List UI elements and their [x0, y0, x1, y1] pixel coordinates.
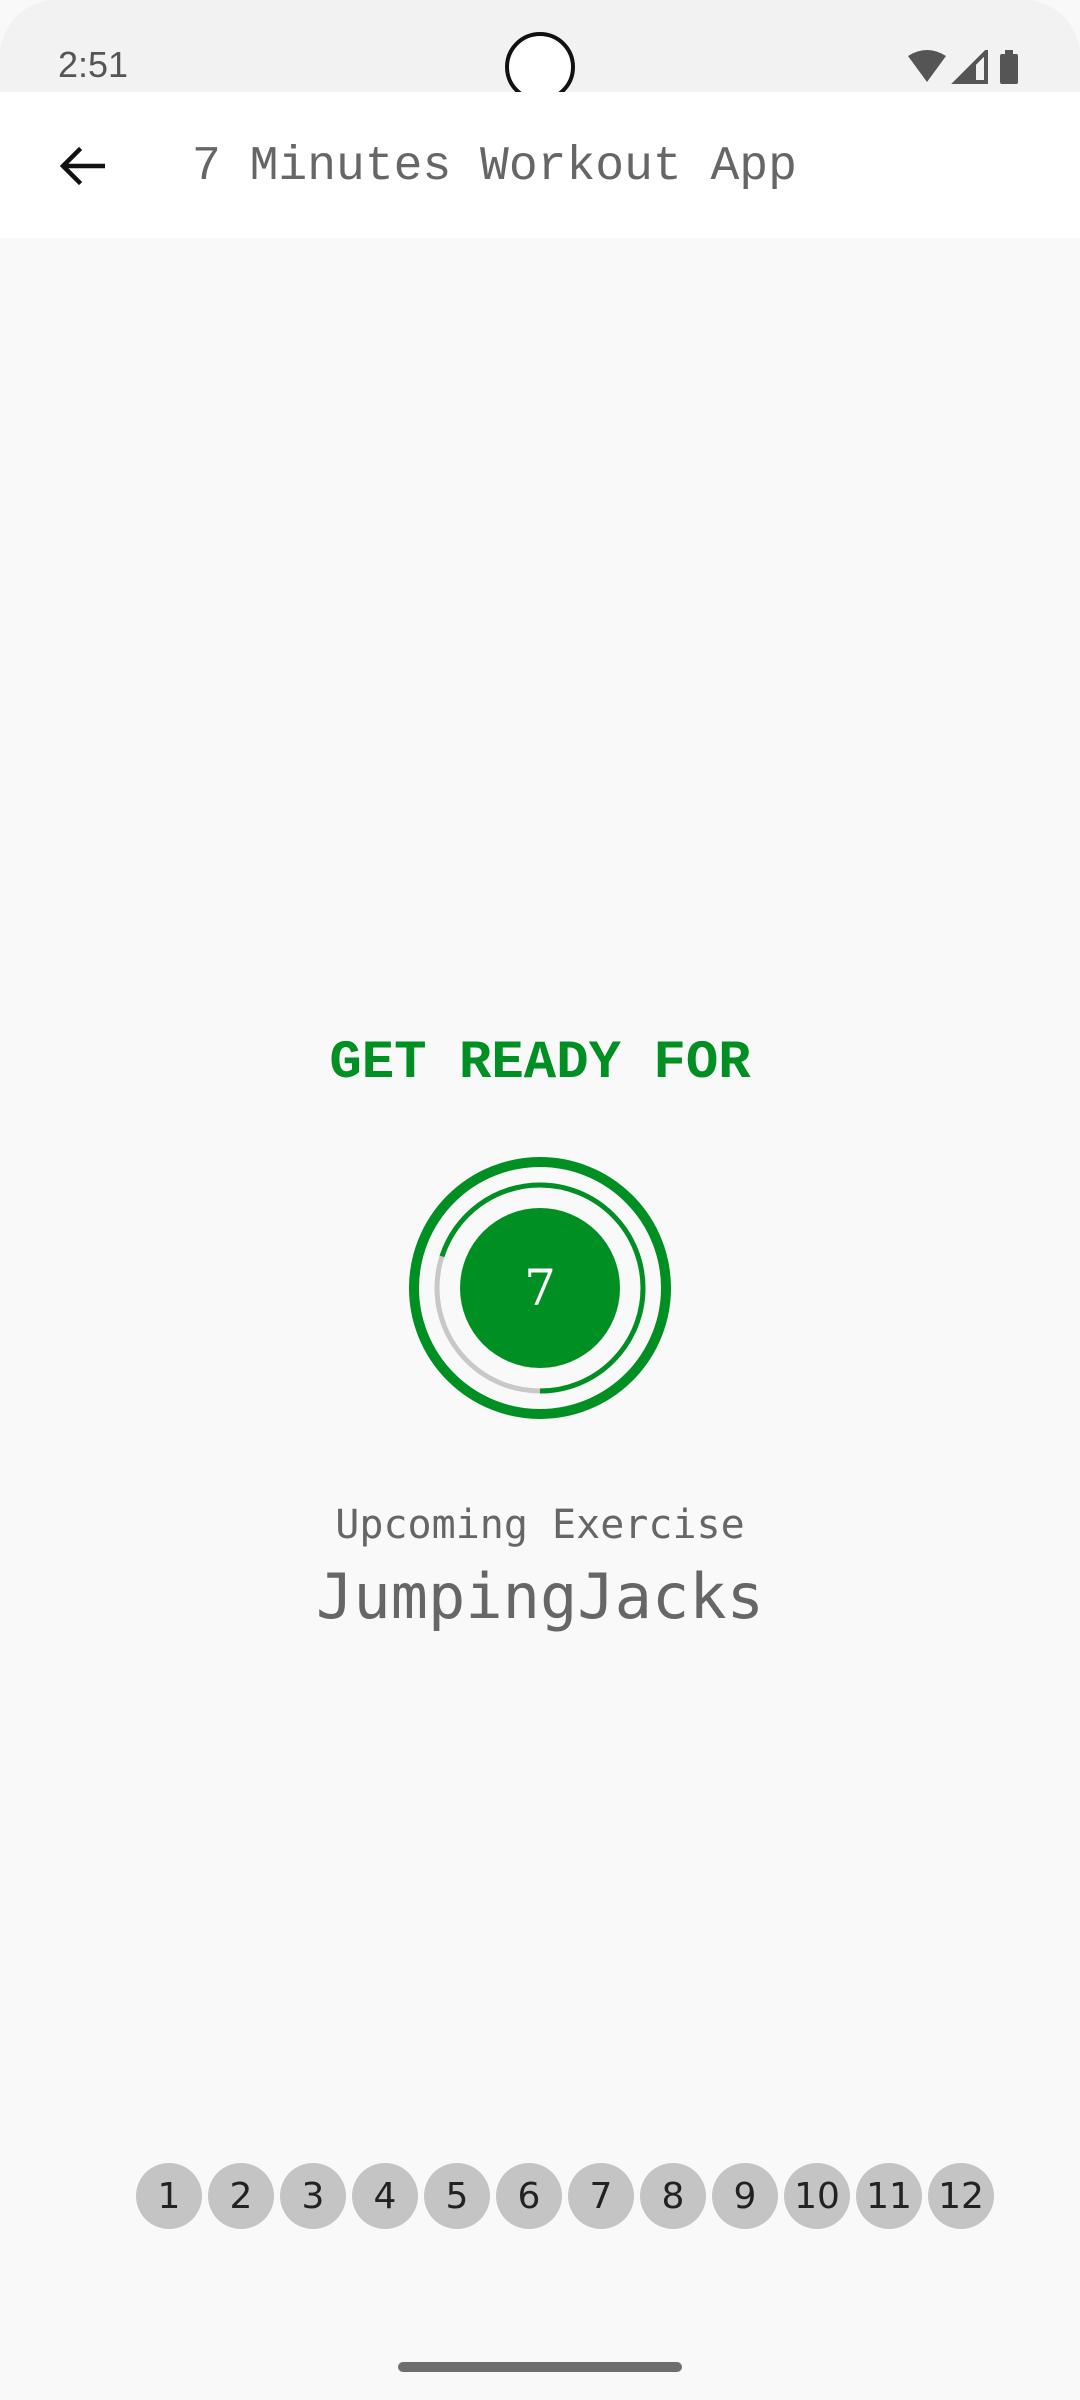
exercise-status-item: 8: [640, 2163, 706, 2229]
status-time: 2:51: [58, 44, 129, 85]
exercise-status-item: 7: [568, 2163, 634, 2229]
cellular-signal-icon: [951, 50, 988, 84]
status-icons: [908, 50, 1028, 84]
exercise-status-item: 11: [856, 2163, 922, 2229]
exercise-status-item: 6: [496, 2163, 562, 2229]
status-bar: 2:51: [0, 0, 1080, 102]
exercise-status-item: 5: [424, 2163, 490, 2229]
app-title: 7 Minutes Workout App: [192, 140, 797, 194]
exercise-status-item: 10: [784, 2163, 850, 2229]
exercise-status-item: 12: [928, 2163, 994, 2229]
upcoming-exercise-name: JumpingJacks: [316, 1560, 764, 1633]
arrow-back-icon: [59, 146, 105, 186]
countdown-timer: 7: [407, 1155, 673, 1421]
home-indicator[interactable]: [398, 2362, 682, 2372]
exercise-status-item: 3: [280, 2163, 346, 2229]
exercise-status-item: 2: [208, 2163, 274, 2229]
exercise-status-item: 1: [136, 2163, 202, 2229]
upcoming-exercise-label: Upcoming Exercise: [335, 1502, 745, 1548]
battery-icon: [1000, 50, 1018, 84]
get-ready-heading: GET READY FOR: [329, 1033, 751, 1094]
exercise-status-list: 1 2 3 4 5 6 7 8 9 10 11 12: [136, 2163, 994, 2229]
wifi-icon: [908, 50, 946, 82]
exercise-status-item: 4: [352, 2163, 418, 2229]
exercise-status-item: 9: [712, 2163, 778, 2229]
countdown-number: 7: [524, 1259, 556, 1317]
app-bar: 7 Minutes Workout App: [0, 92, 1080, 238]
back-button[interactable]: [40, 124, 124, 208]
